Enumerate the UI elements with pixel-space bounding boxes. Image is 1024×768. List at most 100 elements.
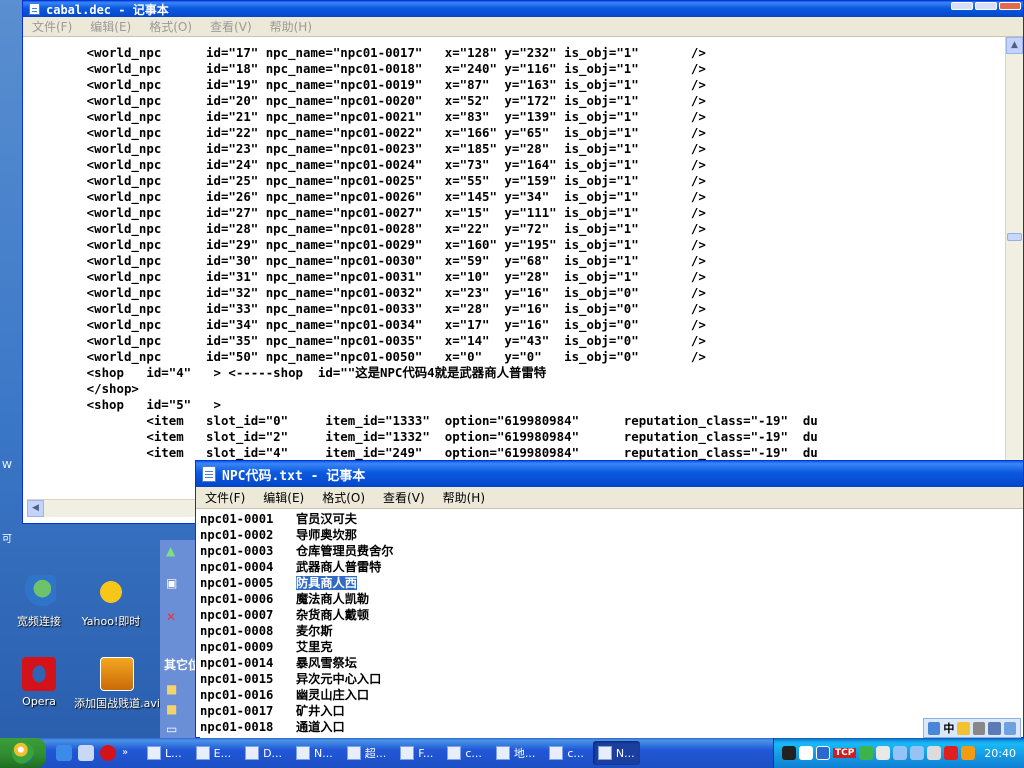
taskbar-button[interactable]: F... <box>395 741 438 765</box>
moon-icon[interactable] <box>957 721 970 735</box>
npc-row: npc01-0005 防具商人西 <box>200 575 1020 591</box>
text-editor-area[interactable]: <world_npc id="17" npc_name="npc01-0017"… <box>27 45 1004 463</box>
taskbar-button[interactable]: L... <box>142 741 187 765</box>
tcp-indicator[interactable]: TCP <box>832 748 857 758</box>
text-line: <world_npc id="27" npc_name="npc01-0027"… <box>27 205 706 220</box>
taskbar-button-label: E... <box>213 746 232 760</box>
app-icon <box>346 746 361 760</box>
menu-file[interactable]: 文件(F) <box>196 489 254 506</box>
titlebar[interactable]: cabal.dec - 记事本 <box>23 1 1023 17</box>
folder-icon[interactable]: ■ <box>166 682 180 696</box>
network-status-icon[interactable] <box>893 746 908 760</box>
app-icon <box>495 746 510 760</box>
punctuation-icon[interactable] <box>972 721 986 735</box>
text-line: <shop id="4" > <-----shop id=""这是NPC代码4就… <box>27 365 547 380</box>
scroll-thumb[interactable] <box>1007 233 1022 241</box>
yahoo-messenger-icon[interactable]: Yahoo!即时 <box>66 575 156 629</box>
chevron-right-icon[interactable]: » <box>122 745 138 761</box>
menu-format[interactable]: 格式(O) <box>313 489 374 506</box>
taskbar-button[interactable]: 地... <box>491 741 541 765</box>
npc-name: 异次元中心入口 <box>296 672 382 686</box>
npc-code: npc01-0017 <box>200 704 274 718</box>
text-line: </shop> <box>27 381 139 396</box>
volume-icon[interactable] <box>927 746 942 760</box>
vertical-scrollbar[interactable]: ▲ <box>1005 37 1023 499</box>
menu-help[interactable]: 帮助(H) <box>434 489 494 506</box>
keyboard-icon[interactable] <box>988 721 1001 735</box>
notepad-window-cabal[interactable]: cabal.dec - 记事本 文件(F) 编辑(E) 格式(O) 查看(V) … <box>22 0 1024 524</box>
opera-icon[interactable] <box>100 745 116 761</box>
npc-row: npc01-0007 杂货商人戴顿 <box>200 607 1020 623</box>
window-controls <box>951 2 1021 10</box>
npc-code: npc01-0001 <box>200 512 274 526</box>
close-button[interactable] <box>999 2 1021 10</box>
taskbar-button[interactable]: E... <box>191 741 236 765</box>
npc-name: 暴风雪祭坛 <box>296 656 357 670</box>
ime-language-label[interactable]: 中 <box>943 720 954 736</box>
minimize-button[interactable] <box>951 2 973 10</box>
menu-edit[interactable]: 编辑(E) <box>254 489 313 506</box>
menu-edit[interactable]: 编辑(E) <box>81 18 140 35</box>
taskbar-button[interactable]: 超... <box>342 741 392 765</box>
taskbar-button[interactable]: c... <box>544 741 589 765</box>
tray-app-icon[interactable] <box>781 746 796 760</box>
yandex-icon[interactable] <box>944 746 959 760</box>
tray-app-icon[interactable] <box>961 746 976 760</box>
ie-icon[interactable] <box>56 745 72 761</box>
taskbar-button-label: F... <box>418 746 434 760</box>
menu-view[interactable]: 查看(V) <box>201 18 261 35</box>
npc-name: 仓库管理员费舍尔 <box>296 544 394 558</box>
taskbar-button[interactable]: N... <box>291 741 338 765</box>
npc-name: 武器商人普雷特 <box>296 560 382 574</box>
delete-icon[interactable]: ✕ <box>166 610 180 624</box>
scroll-up-arrow-icon[interactable]: ▲ <box>1006 37 1023 54</box>
notepad-window-npc[interactable]: NPC代码.txt - 记事本 文件(F) 编辑(E) 格式(O) 查看(V) … <box>195 460 1024 739</box>
folder-icon[interactable]: ■ <box>166 702 180 716</box>
language-bar[interactable]: 中 <box>923 718 1021 738</box>
clock[interactable]: 20:40 <box>984 747 1016 760</box>
taskbar-button[interactable]: D... <box>240 741 287 765</box>
start-button[interactable] <box>0 738 46 768</box>
computer-icon[interactable]: ▭ <box>166 722 180 736</box>
taskbar-button[interactable]: c... <box>442 741 487 765</box>
quick-launch: » <box>56 745 138 761</box>
explorer-task-panel: ▲ ▣ ✕ 其它位 ■ ■ ▭ <box>160 540 200 740</box>
menu-format[interactable]: 格式(O) <box>140 18 201 35</box>
menubar: 文件(F) 编辑(E) 格式(O) 查看(V) 帮助(H) <box>23 17 1023 37</box>
taskbar-button[interactable]: N... <box>592 741 640 765</box>
ime-icon[interactable] <box>928 721 941 735</box>
npc-row: npc01-0018 通道入口 <box>200 719 1020 735</box>
tools-icon[interactable] <box>1003 721 1017 735</box>
taskbar: » L... E... D... N... 超... F... c... 地... c... N.… <box>0 738 1024 768</box>
npc-code: npc01-0006 <box>200 592 274 606</box>
npc-name: 防具商人西 <box>296 576 357 590</box>
maximize-button[interactable] <box>975 2 997 10</box>
taskbar-button-label: c... <box>567 746 584 760</box>
taskbar-button-label: L... <box>165 746 182 760</box>
menu-help[interactable]: 帮助(H) <box>261 18 321 35</box>
tray-app-icon[interactable] <box>859 746 874 760</box>
text-line: <world_npc id="17" npc_name="npc01-0017"… <box>27 45 706 60</box>
avi-file-icon[interactable]: 添加国战贱道.avi <box>72 657 162 711</box>
show-desktop-icon[interactable] <box>78 745 94 761</box>
folder-task-icon[interactable]: ▣ <box>166 576 180 590</box>
tray-app-icon[interactable] <box>815 746 830 760</box>
titlebar[interactable]: NPC代码.txt - 记事本 <box>196 461 1023 487</box>
app-icon <box>597 746 612 760</box>
npc-code: npc01-0008 <box>200 624 274 638</box>
scroll-left-arrow-icon[interactable]: ◀ <box>27 500 44 517</box>
green-arrow-icon[interactable]: ▲ <box>166 544 180 558</box>
tray-app-icon[interactable] <box>798 746 813 760</box>
taskbar-button-label: c... <box>465 746 482 760</box>
network-status-icon[interactable] <box>910 746 925 760</box>
text-line: <world_npc id="22" npc_name="npc01-0022"… <box>27 125 706 140</box>
text-line: <world_npc id="28" npc_name="npc01-0028"… <box>27 221 706 236</box>
app-icon <box>245 746 260 760</box>
taskbar-button-label: 地... <box>513 747 536 760</box>
text-editor-area[interactable]: npc01-0001 官员汉可夫 npc01-0002 导师奥坎那 npc01-0003… <box>200 511 1020 739</box>
app-icon <box>296 746 311 760</box>
menu-view[interactable]: 查看(V) <box>374 489 434 506</box>
npc-code: npc01-0007 <box>200 608 274 622</box>
tray-app-icon[interactable] <box>876 746 891 760</box>
menu-file[interactable]: 文件(F) <box>23 18 81 35</box>
